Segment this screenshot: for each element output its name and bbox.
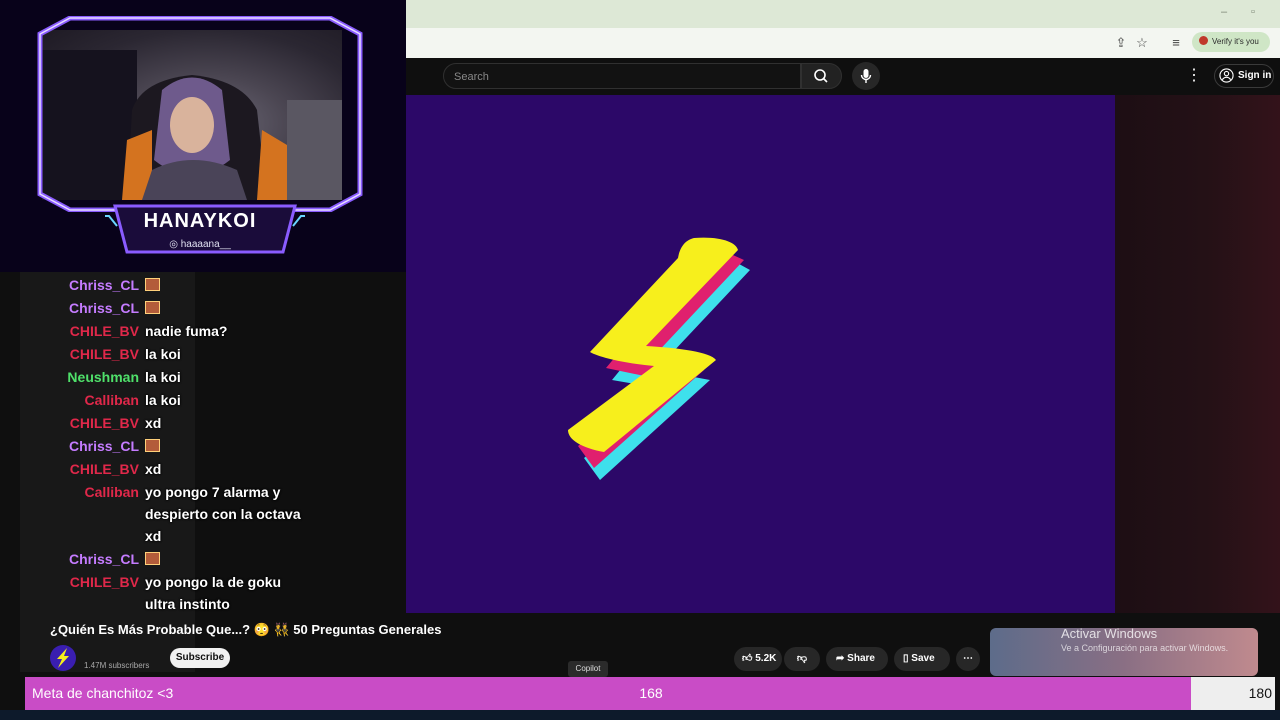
chat-message: Chriss_CL [40,297,340,319]
chat-message: CHILE_BV nadie fuma? [40,320,340,342]
more-actions-button[interactable]: ⋯ [956,647,980,671]
streamer-name: HANAYKOI [143,210,257,232]
chat-message: Calliban la koi [40,389,340,411]
chat-text [145,274,305,296]
thumbs-up-icon: 👍︎ [742,653,753,664]
chat-emote-icon [145,301,160,314]
chat-message: Calliban yo pongo 7 alarma y despierto co… [40,481,340,547]
chat-username: Chriss_CL [68,438,139,454]
lightning-bolt-logo [568,237,750,480]
goal-progress-fill [25,677,1191,710]
chat-username: Chriss_CL [68,551,139,567]
subscribe-button[interactable]: Subscribe [170,648,230,668]
verify-label: Verify it's you [1212,37,1259,46]
chat-text: la koi [145,346,181,362]
maximize-icon[interactable]: ▫ [1243,4,1263,20]
channel-subscriber-count: 1.47M subscribers [84,661,150,670]
neon-frame [37,16,363,212]
like-count: 5.2K [755,653,777,664]
video-player[interactable] [406,95,1115,613]
thumbs-down-icon: 👎︎ [796,653,808,664]
chat-username: Chriss_CL [68,277,139,293]
share-button[interactable]: ➦ Share [826,647,888,671]
activate-windows-title: Activar Windows [1061,626,1158,641]
chat-emote-icon [145,439,160,452]
chat-message: CHILE_BV xd [40,412,340,434]
save-button[interactable]: ▯ Save [894,647,950,671]
chat-text [145,548,305,570]
chat-emote-icon [145,552,160,565]
streamer-handle-text: haaaana__ [180,239,231,250]
share-label: Share [847,653,875,664]
channel-logo-icon [57,648,69,668]
chat-username: CHILE_BV [69,461,139,477]
account-icon [1219,68,1234,83]
goal-current-value: 168 [639,685,663,701]
chat-text [145,297,305,319]
chat-username: Chriss_CL [68,300,139,316]
search-icon [814,69,828,83]
chat-username: Neushman [67,369,139,385]
ellipsis-icon: ⋯ [963,653,973,664]
windows-taskbar [0,710,1280,720]
chat-text: nadie fuma? [145,323,228,339]
more-options-icon[interactable]: ⋮ [1186,66,1202,86]
video-ambient-edge [1115,95,1280,613]
chat-username: CHILE_BV [69,346,139,362]
chat-text: xd [145,461,162,477]
chat-message: CHILE_BV yo pongo la de goku ultra instin… [40,571,340,615]
instagram-icon: ◎ [169,239,181,250]
chat-text [145,435,305,457]
chat-message: Neushman la koi [40,366,340,388]
chat-text: la koi [145,369,181,385]
chat-username: Calliban [84,392,139,408]
chat-message: Chriss_CL [40,274,340,296]
verify-identity-button[interactable]: Verify it's you [1192,32,1270,52]
chat-text: la koi [145,392,181,408]
video-title[interactable]: ¿Quién Es Más Probable Que...? 😳 👯 50 Pr… [50,622,470,638]
profile-warning-icon [1199,36,1208,45]
browser-title-bar [406,0,1280,28]
chat-username: Calliban [84,484,139,500]
like-button[interactable]: 👍︎ 5.2K [734,647,782,671]
chat-username: CHILE_BV [69,415,139,431]
chat-message: Chriss_CL [40,435,340,457]
activate-windows-subtitle: Ve a Configuración para activar Windows. [1061,643,1229,653]
chat-text: xd [145,415,162,431]
chat-text: yo pongo la de goku ultra instinto [145,574,282,612]
chat-username: CHILE_BV [69,574,139,590]
chat-emote-icon [145,278,160,291]
minimize-icon[interactable]: – [1214,4,1234,20]
streamer-handle: ◎ haaaana__ [120,239,280,250]
microphone-icon [860,69,872,83]
search-input[interactable]: Search [443,63,801,89]
goal-label: Meta de chanchitoz <3 [32,685,174,701]
dislike-button[interactable]: 👎︎ [784,647,820,671]
channel-avatar[interactable] [50,645,76,671]
install-app-icon[interactable]: ⇪ [1112,34,1130,52]
chat-message: CHILE_BV la koi [40,343,340,365]
chat-message: Chriss_CL [40,548,340,570]
chat-message: CHILE_BV xd [40,458,340,480]
copilot-tooltip: Copilot [568,661,608,677]
chat-username: CHILE_BV [69,323,139,339]
save-label: Save [911,653,935,664]
goal-target-value: 180 [1248,685,1272,701]
share-icon: ➦ [836,653,848,664]
chat-text: yo pongo 7 alarma y despierto con la oct… [145,484,301,544]
search-button[interactable] [801,63,842,89]
media-control-icon[interactable]: ≡ [1167,34,1185,52]
voice-search-button[interactable] [852,62,880,90]
bookmark-star-icon[interactable]: ☆ [1133,34,1151,52]
